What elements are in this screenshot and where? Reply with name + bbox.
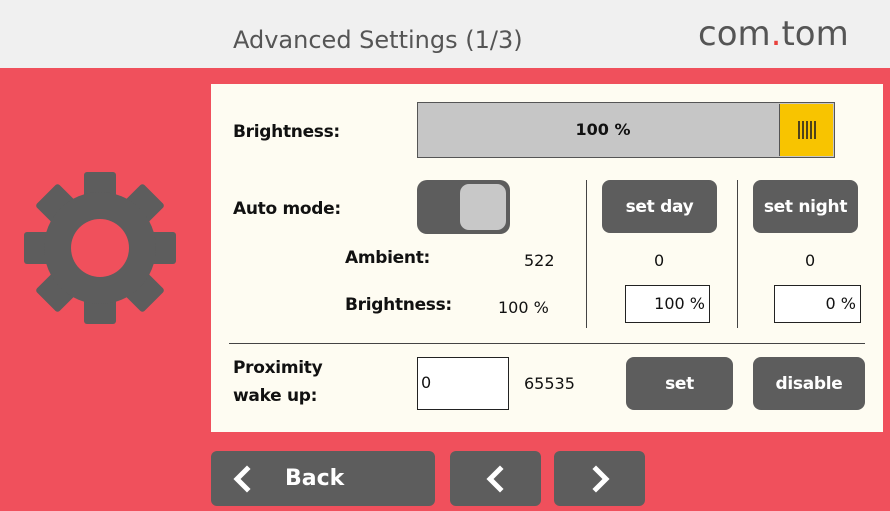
back-button[interactable]: Back	[211, 451, 435, 506]
back-button-label: Back	[285, 466, 345, 491]
divider-vertical-day	[586, 180, 587, 328]
ambient-label: Ambient:	[345, 248, 431, 268]
page-title: Advanced Settings (1/3)	[233, 26, 523, 54]
divider-horizontal	[229, 343, 865, 344]
proximity-label-line2: wake up:	[233, 386, 318, 406]
next-page-button[interactable]	[554, 451, 645, 506]
gear-icon	[24, 172, 176, 324]
ambient-night-value: 0	[805, 251, 816, 270]
divider-vertical-night	[737, 180, 738, 328]
header-bar: Advanced Settings (1/3) com.tom	[0, 0, 890, 68]
day-brightness-field[interactable]: 100 %	[625, 285, 710, 323]
brightness-slider-value: 100 %	[575, 120, 631, 139]
auto-mode-toggle-knob	[460, 184, 506, 230]
proximity-disable-button[interactable]: disable	[753, 357, 865, 410]
proximity-set-button[interactable]: set	[626, 357, 733, 410]
brightness-current-value: 100 %	[498, 298, 549, 317]
auto-mode-toggle[interactable]	[417, 180, 510, 234]
brightness-label: Brightness:	[233, 122, 340, 142]
brightness-slider-handle[interactable]	[779, 104, 833, 156]
proximity-reading: 65535	[524, 374, 575, 393]
brand-logo: com.tom	[698, 14, 849, 54]
brightness-row-label: Brightness:	[345, 295, 452, 315]
auto-mode-label: Auto mode:	[233, 199, 341, 219]
proximity-input[interactable]: 0	[417, 357, 509, 410]
ambient-current-value: 522	[524, 251, 555, 270]
chevron-left-icon	[485, 464, 504, 493]
settings-panel: Brightness: 100 % Auto mode: set day set…	[211, 84, 883, 432]
brightness-slider[interactable]: 100 %	[417, 102, 835, 158]
ambient-day-value: 0	[654, 251, 665, 270]
set-day-button[interactable]: set day	[602, 180, 717, 233]
grip-icon	[797, 121, 816, 139]
chevron-right-icon	[591, 464, 610, 493]
chevron-left-icon	[233, 464, 251, 493]
proximity-label-line1: Proximity	[233, 358, 323, 378]
previous-page-button[interactable]	[450, 451, 541, 506]
night-brightness-field[interactable]: 0 %	[774, 285, 861, 323]
set-night-button[interactable]: set night	[753, 180, 858, 233]
